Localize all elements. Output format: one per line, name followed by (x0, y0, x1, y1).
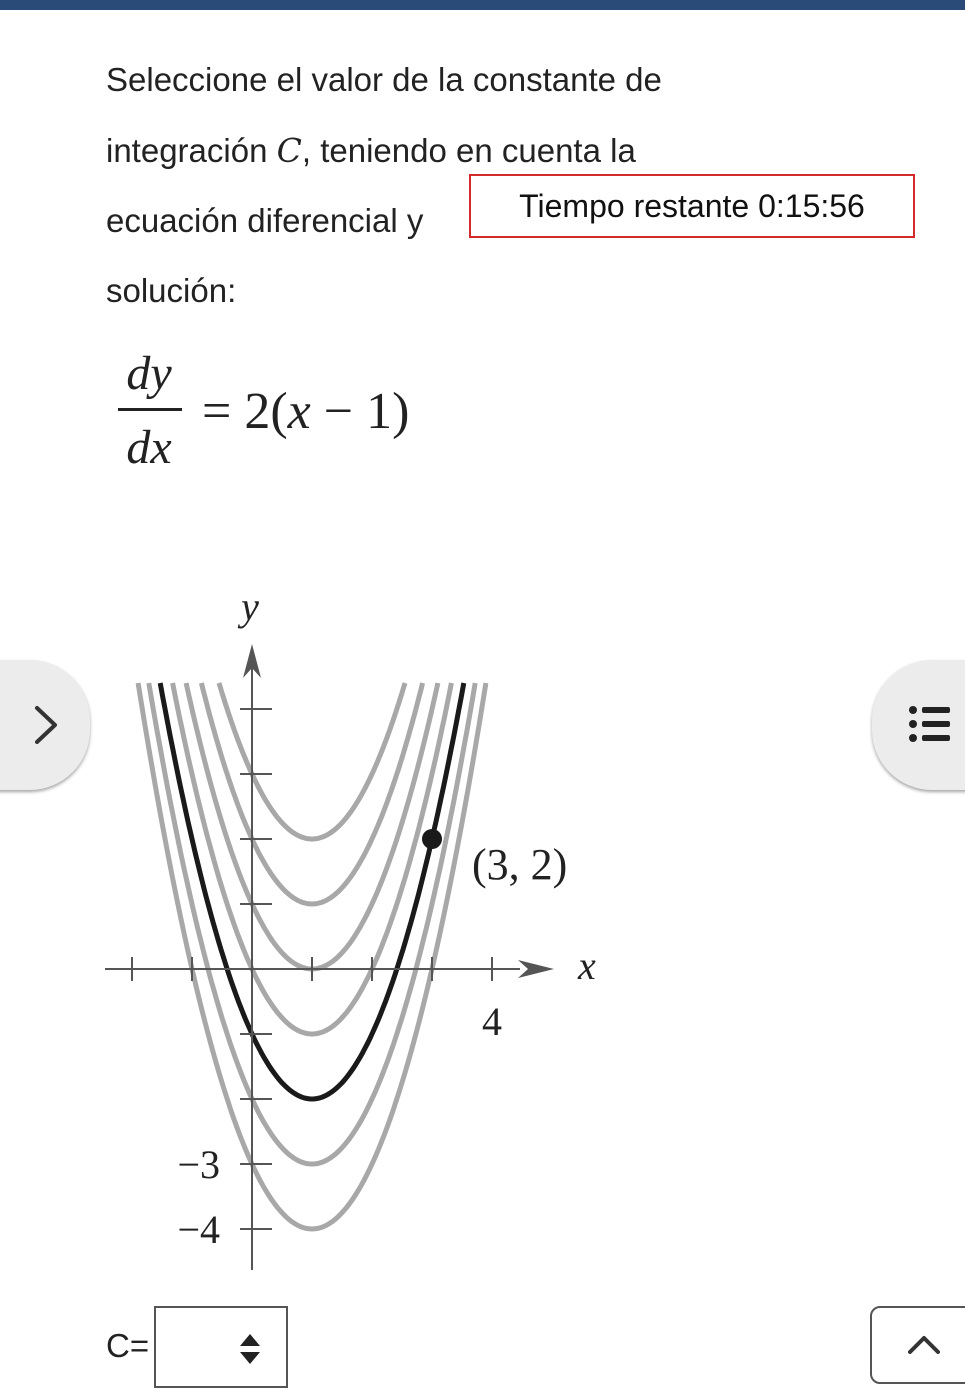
solution-curves-graph: x y 4 −3 −4 (3, 2) (105, 584, 596, 1270)
chevron-up-icon (908, 1336, 940, 1354)
highlighted-point-label: (3, 2) (472, 840, 567, 889)
y-axis-label: y (237, 584, 259, 629)
question-text-part: , teniendo en cuenta la (301, 132, 636, 169)
x-axis-label: x (577, 943, 596, 988)
question-list-button[interactable] (872, 660, 965, 790)
highlighted-solution-curve (157, 682, 467, 1102)
list-icon (909, 706, 950, 742)
solution-curve (216, 682, 408, 842)
sort-arrows-icon (240, 1334, 260, 1364)
solution-curve (146, 682, 478, 1167)
question-line-4: solución: (106, 272, 237, 309)
solution-curve (183, 682, 441, 972)
question-line-1: Seleccione el valor de la constante de (106, 61, 662, 98)
y-tick-label: −3 (177, 1142, 220, 1187)
fraction-bar (118, 408, 182, 411)
x-axis-arrow (518, 960, 554, 978)
time-remaining-label: Tiempo restante 0:15:56 (519, 187, 865, 224)
equation-rhs: = 2(x − 1) (202, 384, 409, 440)
time-remaining-badge: Tiempo restante 0:15:56 (469, 174, 915, 238)
open-panel-button[interactable] (0, 660, 90, 790)
fraction-denominator: dx (126, 421, 172, 474)
top-bar (0, 0, 965, 10)
x-tick-label: 4 (482, 999, 502, 1044)
rhs-variable: x (287, 383, 311, 440)
question-text-part: integración (106, 132, 277, 169)
fraction-numerator: dy (126, 347, 172, 400)
question-line-2: integración C, teniendo en cuenta la (106, 131, 636, 171)
highlighted-point (422, 829, 442, 849)
constant-symbol: C (276, 131, 302, 170)
rhs-prefix: = 2( (202, 383, 288, 440)
scroll-to-top-button[interactable] (870, 1306, 965, 1384)
chevron-right-icon (35, 706, 57, 744)
answer-label: C= (106, 1327, 150, 1364)
solution-curve (198, 682, 426, 907)
question-line-3: ecuación diferencial y (106, 202, 424, 239)
constant-select[interactable] (154, 1306, 288, 1388)
y-tick-label: −4 (177, 1207, 220, 1252)
rhs-suffix: − 1) (310, 383, 410, 440)
